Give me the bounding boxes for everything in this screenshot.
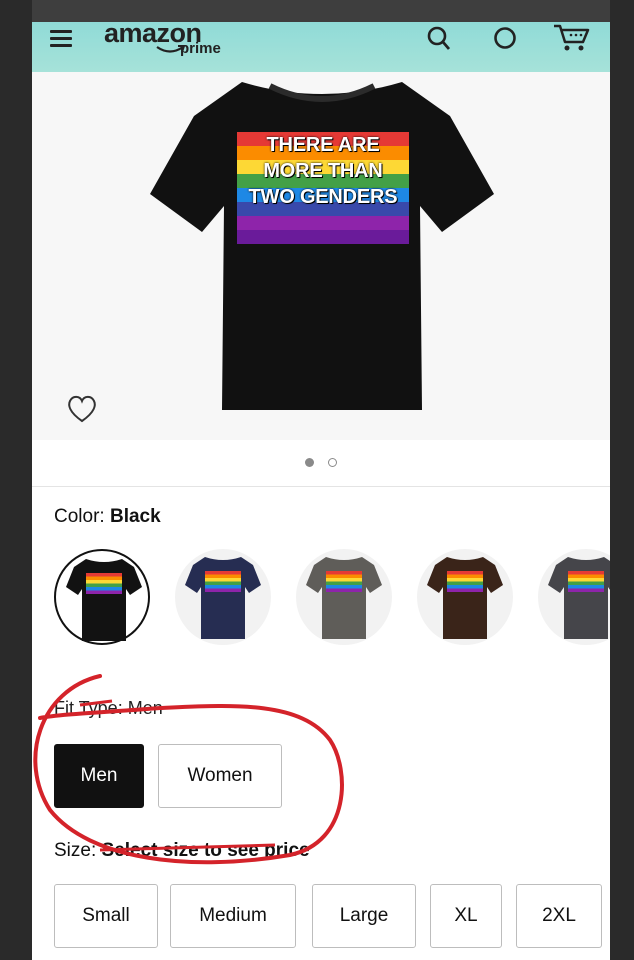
fit-option-women[interactable]: Women <box>158 744 282 808</box>
divider <box>32 486 610 487</box>
image-pagination <box>32 454 610 472</box>
pagination-dot[interactable] <box>328 458 338 468</box>
color-swatches <box>54 549 610 649</box>
shirt-print-text: THERE ARE MORE THAN TWO GENDERS <box>237 132 409 210</box>
size-option-2xl[interactable]: 2XL <box>516 884 602 948</box>
color-swatch-black[interactable] <box>54 549 150 645</box>
print-line-2: MORE THAN <box>263 160 383 182</box>
product-image-gallery[interactable]: THERE ARE MORE THAN TWO GENDERS <box>32 72 610 440</box>
swatch-shirt-thumbnail <box>66 559 142 641</box>
swatch-shirt-thumbnail <box>306 557 382 639</box>
shirt-print-graphic: THERE ARE MORE THAN TWO GENDERS <box>237 132 409 244</box>
size-option-medium[interactable]: Medium <box>170 884 296 948</box>
menu-icon[interactable] <box>50 30 72 48</box>
size-option-small[interactable]: Small <box>54 884 158 948</box>
orders-icon[interactable] <box>490 24 520 54</box>
print-line-3: TWO GENDERS <box>248 186 398 208</box>
color-swatch-navy[interactable] <box>175 549 271 645</box>
color-label: Color: Black <box>54 506 161 528</box>
swatch-shirt-thumbnail <box>185 557 261 639</box>
search-icon[interactable] <box>424 24 454 54</box>
size-label-text: Size: <box>54 840 97 861</box>
heart-icon[interactable] <box>66 394 98 424</box>
print-line-1: THERE ARE <box>266 134 380 156</box>
color-swatch-charcoal[interactable] <box>538 549 610 645</box>
fit-type-label: Fit Type: Men <box>54 698 163 718</box>
top-navigation-bar: amazon prime <box>32 0 610 72</box>
selected-color-value: Black <box>109 506 161 527</box>
color-swatch-gray[interactable] <box>296 549 392 645</box>
pagination-dot-active[interactable] <box>304 458 314 468</box>
swatch-shirt-thumbnail <box>427 557 503 639</box>
logo-prime-text: prime <box>180 40 221 57</box>
fit-option-men[interactable]: Men <box>54 744 144 808</box>
size-option-large[interactable]: Large <box>312 884 416 948</box>
cart-icon[interactable] <box>552 22 592 54</box>
swatch-shirt-thumbnail <box>548 557 610 639</box>
color-swatch-brown[interactable] <box>417 549 513 645</box>
product-tshirt-image <box>150 82 494 410</box>
size-option-xl[interactable]: XL <box>430 884 502 948</box>
amazon-prime-logo[interactable]: amazon prime <box>104 18 221 57</box>
size-select-prompt: Select size to see price <box>101 840 310 861</box>
size-label: Size: Select size to see price <box>54 840 310 862</box>
color-label-text: Color: <box>54 506 105 527</box>
phone-screen: amazon prime THERE ARE MORE THAN TWO GEN… <box>32 0 610 960</box>
